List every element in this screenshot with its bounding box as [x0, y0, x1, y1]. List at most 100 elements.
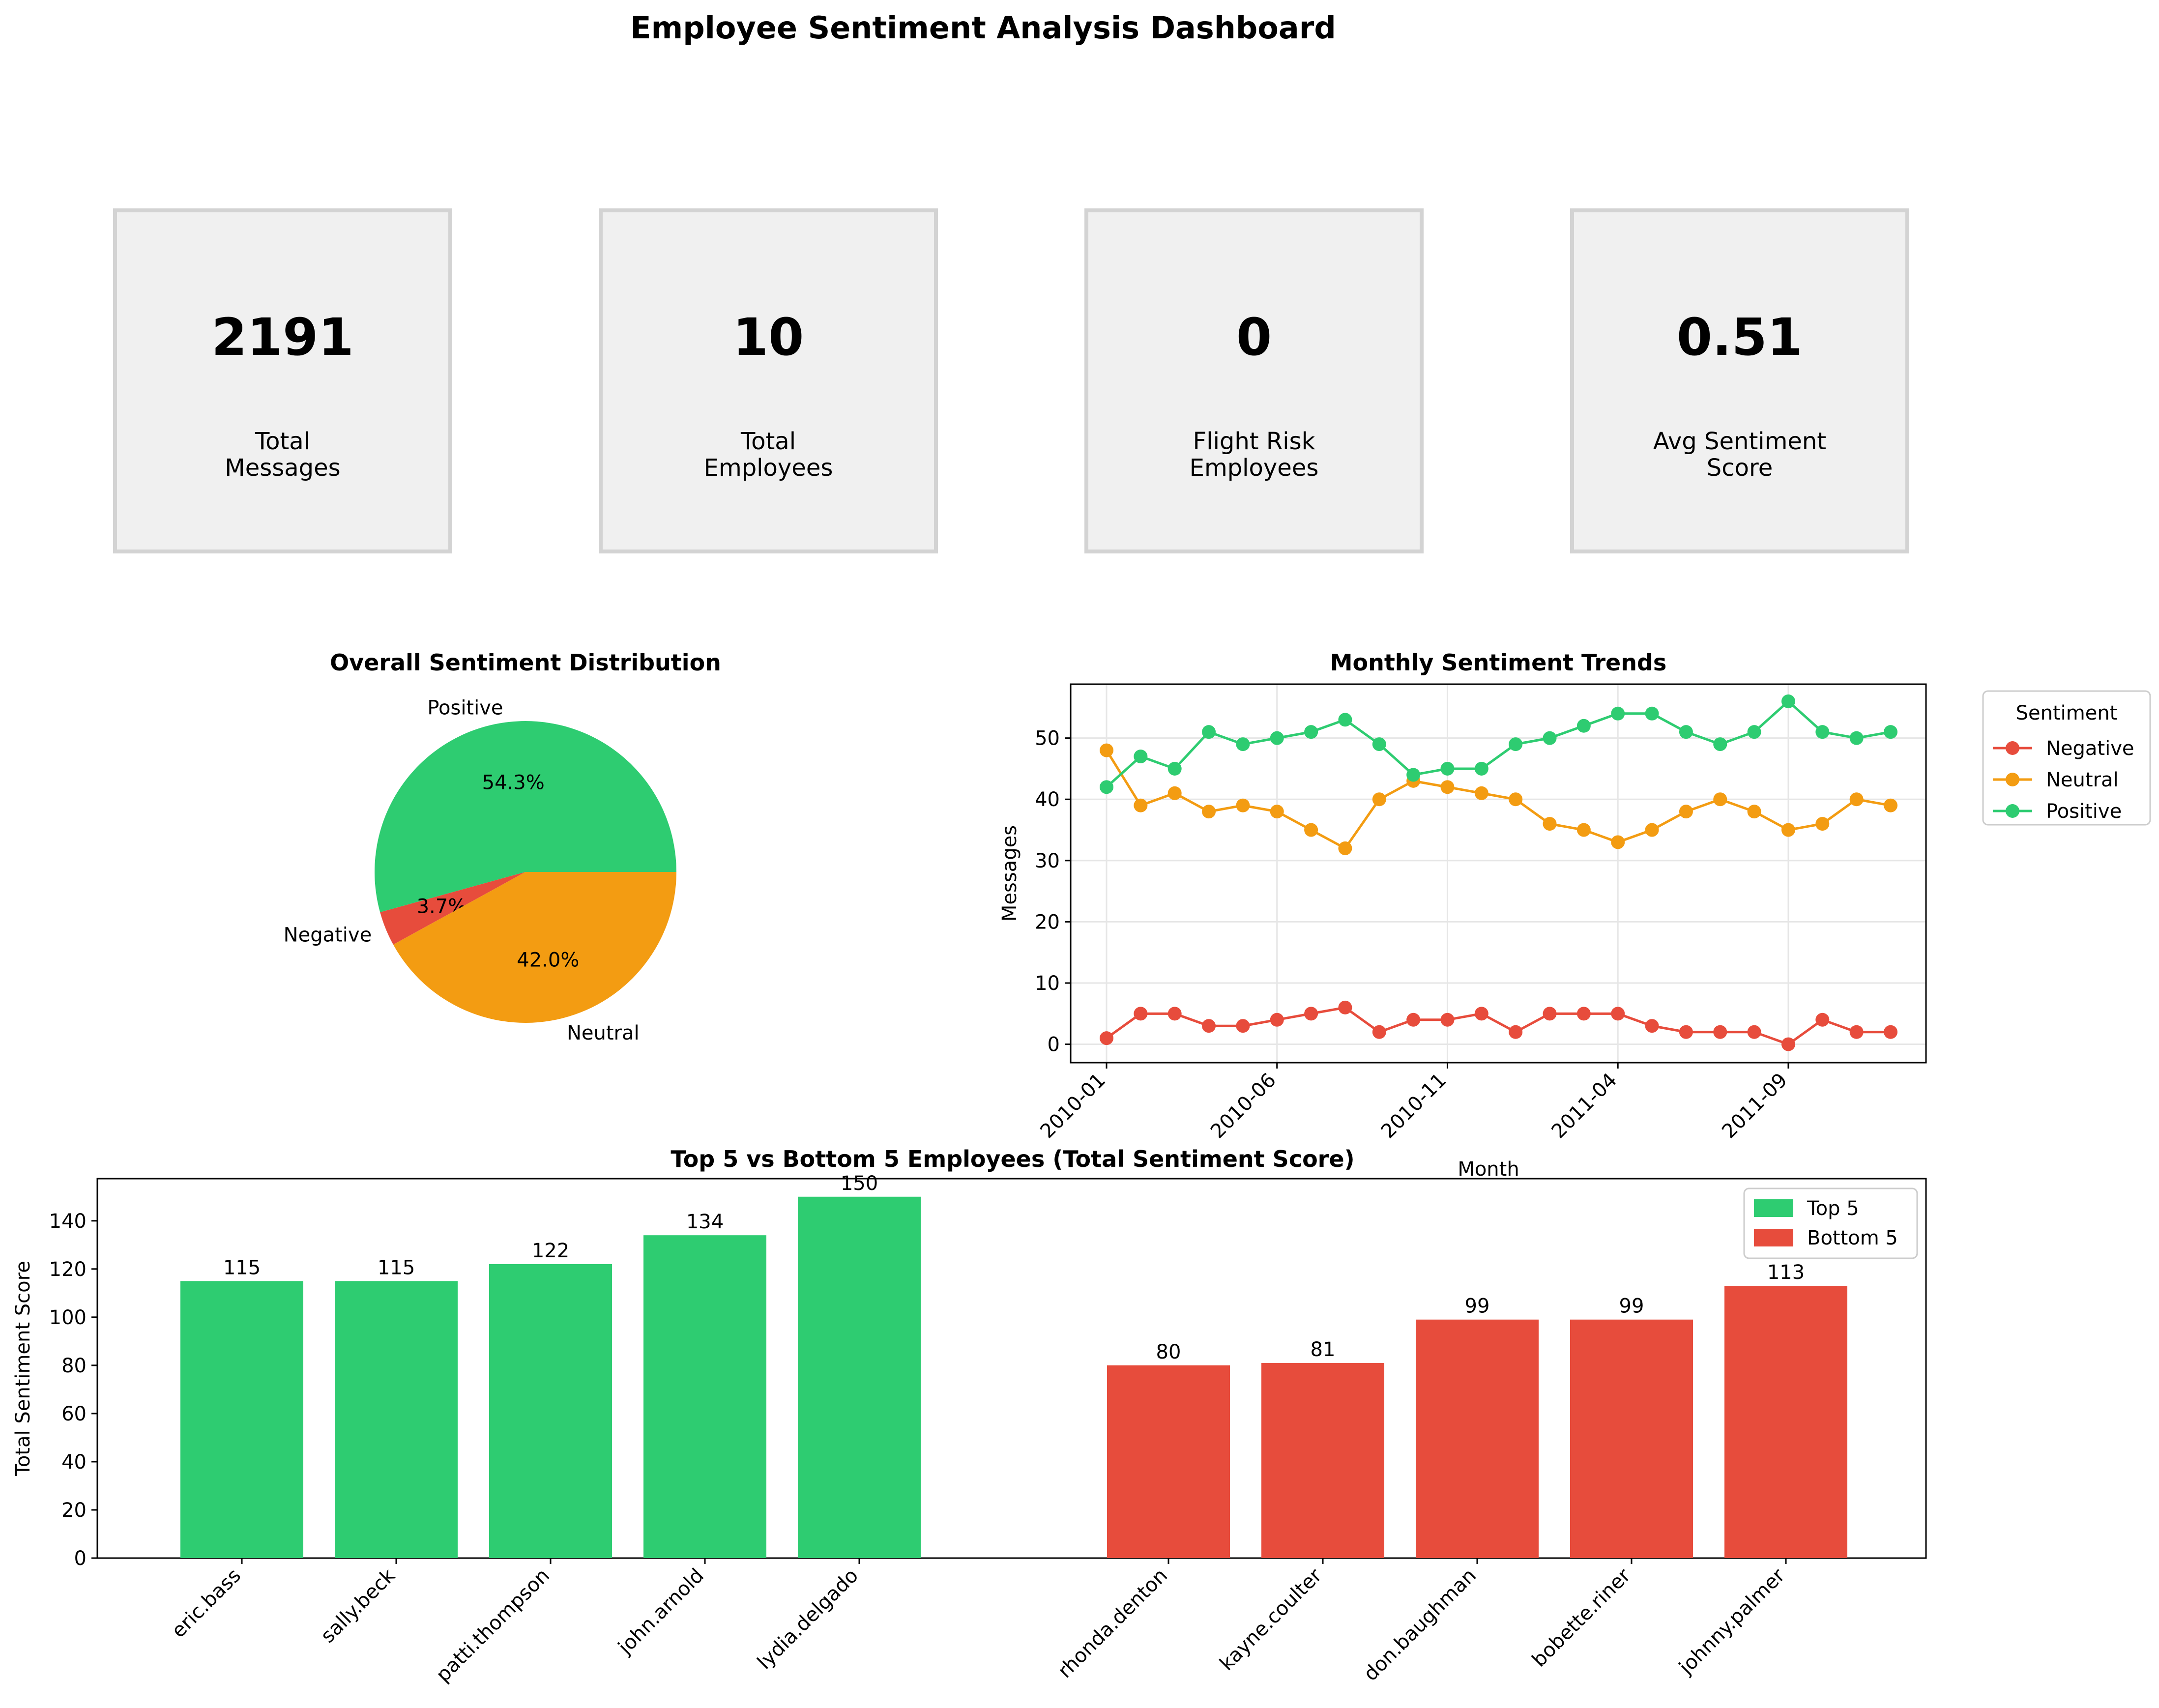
x-axis-label: Month: [1458, 1158, 1519, 1181]
legend-marker: [2006, 773, 2019, 786]
data-point-positive: [1100, 780, 1113, 794]
bar-kayne-coulter: [1261, 1362, 1384, 1558]
x-tick-label: sally.beck: [317, 1564, 400, 1648]
data-point-positive: [1713, 737, 1727, 752]
data-point-negative: [1509, 1025, 1523, 1039]
data-point-negative: [1815, 1013, 1830, 1027]
pie-label: Neutral: [567, 1022, 640, 1044]
data-point-positive: [1815, 725, 1830, 739]
data-point-negative: [1202, 1019, 1216, 1033]
y-tick-label: 20: [1035, 911, 1060, 933]
legend-label: Negative: [2046, 737, 2134, 760]
data-point-neutral: [1679, 805, 1693, 819]
bar-value-label: 99: [1465, 1295, 1490, 1318]
kpi-label: Total: [740, 428, 796, 455]
kpi-label: Flight Risk: [1193, 428, 1315, 455]
kpi-card-3: [1084, 208, 1424, 553]
data-point-negative: [1884, 1025, 1897, 1039]
data-point-positive: [1338, 713, 1352, 727]
legend-marker: [2006, 804, 2019, 818]
bar-value-label: 99: [1619, 1295, 1644, 1318]
legend-title: Sentiment: [2016, 702, 2118, 724]
legend-label: Positive: [2046, 800, 2122, 823]
data-point-neutral: [1202, 805, 1216, 819]
data-point-neutral: [1509, 792, 1523, 807]
dashboard-title: Employee Sentiment Analysis Dashboard: [630, 10, 1336, 46]
x-tick-label: eric.bass: [167, 1564, 245, 1643]
x-tick-label: rhonda.denton: [1053, 1564, 1172, 1683]
x-tick-label: bobette.riner: [1528, 1564, 1635, 1672]
data-point-negative: [1747, 1025, 1761, 1039]
y-tick-label: 20: [61, 1499, 87, 1522]
data-point-positive: [1679, 725, 1693, 739]
x-tick-label: 2011-09: [1718, 1069, 1792, 1143]
bar-john-arnold: [643, 1235, 766, 1558]
data-point-positive: [1645, 706, 1659, 721]
bar-value-label: 115: [378, 1256, 415, 1279]
employee-bar-chart: Top 5 vs Bottom 5 Employees (Total Senti…: [12, 1146, 1927, 1686]
bar-value-label: 115: [223, 1256, 261, 1279]
x-tick-label: john.arnold: [613, 1564, 708, 1659]
data-point-positive: [1134, 750, 1148, 764]
data-point-negative: [1338, 1000, 1352, 1014]
data-point-positive: [1543, 731, 1557, 745]
legend-swatch: [1754, 1229, 1793, 1246]
y-axis-label: Messages: [998, 825, 1021, 922]
data-point-positive: [1849, 731, 1864, 745]
kpi-card-2: [599, 208, 938, 553]
y-tick-label: 40: [61, 1451, 87, 1474]
data-point-positive: [1509, 737, 1523, 752]
data-point-negative: [1372, 1025, 1386, 1039]
bar-rhonda-denton: [1107, 1365, 1230, 1558]
data-point-positive: [1747, 725, 1761, 739]
y-tick-label: 40: [1035, 788, 1060, 811]
data-point-neutral: [1611, 835, 1625, 849]
data-point-neutral: [1713, 792, 1727, 807]
kpi-label: Total: [255, 428, 310, 455]
legend-swatch: [1754, 1199, 1793, 1217]
data-point-neutral: [1167, 786, 1182, 800]
bar-sally-beck: [335, 1281, 458, 1558]
kpi-label: Employees: [704, 454, 833, 482]
kpi-value: 2191: [211, 307, 353, 367]
x-tick-label: 2011-04: [1547, 1069, 1622, 1143]
legend-label: Neutral: [2046, 769, 2119, 791]
x-tick-label: 2010-06: [1206, 1069, 1281, 1143]
kpi-label: Messages: [225, 454, 340, 482]
x-tick-label: don.baughman: [1359, 1564, 1481, 1686]
data-point-negative: [1167, 1007, 1182, 1021]
bar-lydia-delgado: [798, 1196, 921, 1558]
y-tick-label: 0: [74, 1547, 87, 1570]
bar-value-label: 134: [686, 1211, 724, 1233]
bar-patti-thompson: [489, 1264, 612, 1558]
data-point-neutral: [1372, 792, 1386, 807]
data-point-positive: [1576, 719, 1591, 733]
sentiment-pie-chart: Overall Sentiment Distribution Positive 54…: [284, 649, 721, 1044]
x-tick-label: johnny.palmer: [1674, 1564, 1789, 1679]
bar-don-baughman: [1416, 1319, 1539, 1558]
data-point-negative: [1304, 1007, 1318, 1021]
pie-pct-label: 42.0%: [517, 949, 579, 971]
series-line-positive: [1106, 699, 1891, 788]
x-tick-label: 2010-01: [1036, 1069, 1110, 1143]
data-point-neutral: [1576, 823, 1591, 837]
data-point-negative: [1645, 1019, 1659, 1033]
data-point-positive: [1372, 737, 1386, 752]
series-line-negative: [1106, 1006, 1891, 1046]
data-point-positive: [1611, 706, 1625, 721]
data-point-positive: [1236, 737, 1250, 752]
data-point-neutral: [1270, 805, 1284, 819]
kpi-label: Score: [1707, 454, 1773, 482]
legend-marker: [2006, 741, 2019, 755]
data-point-positive: [1270, 731, 1284, 745]
data-point-neutral: [1781, 823, 1795, 837]
chart-title: Top 5 vs Bottom 5 Employees (Total Senti…: [671, 1146, 1354, 1172]
kpi-label: Employees: [1190, 454, 1319, 482]
kpi-label: Avg Sentiment: [1653, 428, 1826, 455]
x-tick-label: kayne.coulter: [1216, 1564, 1327, 1675]
data-point-neutral: [1543, 817, 1557, 831]
bar-value-label: 81: [1311, 1338, 1336, 1361]
data-point-positive: [1474, 761, 1488, 776]
data-point-negative: [1611, 1007, 1625, 1021]
pie-label: Negative: [284, 924, 372, 946]
